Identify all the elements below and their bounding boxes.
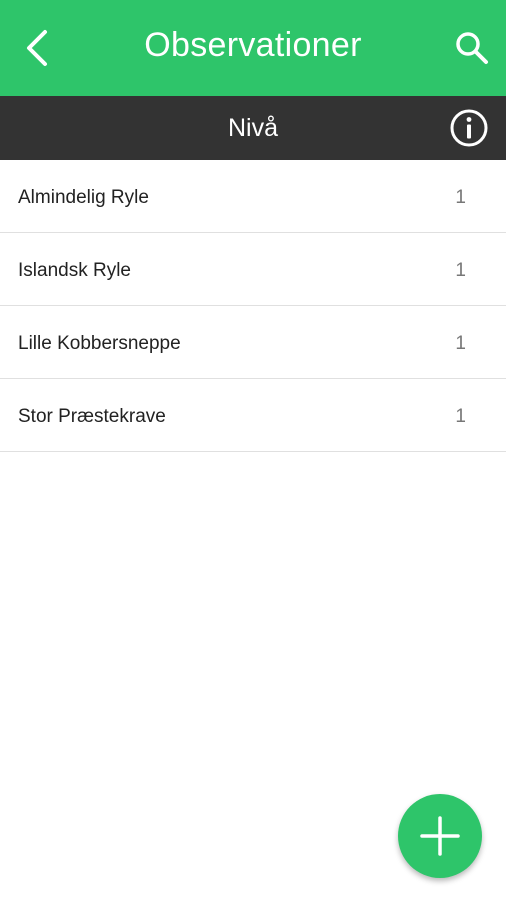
- observation-count: 1: [455, 187, 466, 208]
- location-title: Nivå: [227, 114, 278, 142]
- list-item[interactable]: Islandsk Ryle 1: [0, 233, 506, 306]
- search-icon: [456, 32, 488, 64]
- search-button[interactable]: [446, 22, 498, 74]
- page-title: Observationer: [144, 26, 362, 64]
- list-item[interactable]: Stor Præstekrave 1: [0, 379, 506, 452]
- species-name: Stor Præstekrave: [18, 406, 166, 427]
- observation-count: 1: [455, 406, 466, 427]
- species-name: Almindelig Ryle: [18, 187, 149, 208]
- species-name: Lille Kobbersneppe: [18, 333, 181, 354]
- observation-count: 1: [455, 260, 466, 281]
- add-observation-button[interactable]: [398, 794, 482, 878]
- list-item[interactable]: Almindelig Ryle 1: [0, 160, 506, 233]
- observation-count: 1: [455, 333, 466, 354]
- list-item[interactable]: Lille Kobbersneppe 1: [0, 306, 506, 379]
- location-bar: Nivå: [0, 96, 506, 160]
- species-name: Islandsk Ryle: [18, 260, 131, 281]
- info-icon: [450, 109, 488, 147]
- top-app-bar: Observationer: [0, 0, 506, 96]
- app-screen: Observationer Nivå Almindelig Ryle 1 Isl…: [0, 0, 506, 900]
- observation-list: Almindelig Ryle 1 Islandsk Ryle 1 Lille …: [0, 160, 506, 452]
- plus-icon: [420, 816, 460, 856]
- info-button[interactable]: [448, 107, 490, 149]
